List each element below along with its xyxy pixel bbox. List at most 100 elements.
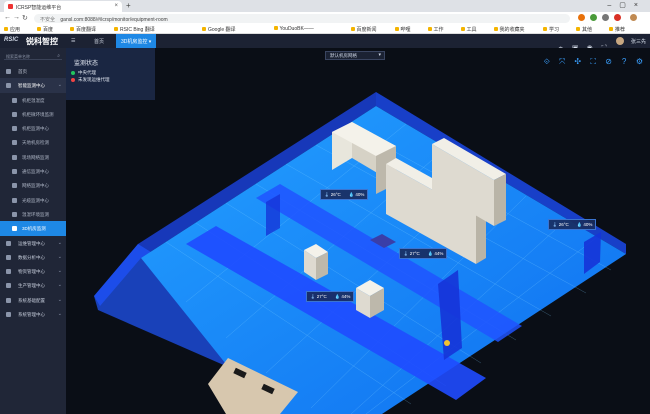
sidebar-item[interactable]: 3D机房监测 [0,221,66,236]
extension-icon[interactable] [590,14,597,21]
extension-icon[interactable] [578,14,585,21]
menu-item-icon [12,226,17,232]
menu-toggle-icon[interactable]: ☰ [71,34,89,48]
sidebar-item[interactable]: 物资管理中心 ⌄ [0,264,66,278]
menu-item-icon [12,97,17,103]
temperature-value: 26°C [558,222,569,227]
help-icon[interactable]: ? [620,57,629,66]
search-input[interactable]: 搜索菜单名称 ⌕ [4,52,62,60]
close-tab-icon[interactable]: × [114,3,118,9]
browser-tab[interactable]: ICRSP智能运维平台 × [4,1,122,12]
sidebar-item[interactable]: 首页 [0,64,66,78]
brand-name: 锐科智控 [26,37,58,46]
menu-item-icon [6,297,11,303]
sidebar-item[interactable]: 机柜监测中心 [0,121,66,135]
status-dot-icon [71,70,75,75]
bookmark-label: 学习 [549,27,560,33]
bookmark-item[interactable]: 学习 [543,26,559,33]
sensor-readout[interactable]: 🌡26°C 💧40% [320,189,369,200]
bookmark-item[interactable]: 工具 [460,26,477,33]
bookmark-item[interactable]: 推荐 [609,26,625,33]
bookmark-item[interactable]: 应用 [4,26,20,33]
bookmark-item[interactable]: 百度 [37,26,53,33]
sidebar-item-label: 系统基础配置 [18,297,45,303]
window-controls[interactable]: –▢× [607,1,646,9]
settings-icon[interactable]: ⚙ [635,57,644,66]
bookmark-item[interactable]: 其他 [576,26,592,33]
sidebar-item[interactable]: 光缆监测中心 [0,193,66,207]
3d-scene[interactable]: 监测状态 中央代理 未发现运维代理 默认机房网格 ▾ ⟐ ⤧ ✣ ⛶ ⊘ ? ⚙… [66,48,650,414]
bookmark-item[interactable]: 我的收藏夹 [493,26,525,33]
url-bar[interactable]: 不安全 gansl.com:8088/#/icrsp/monitor/equip… [34,14,570,23]
bookmark-label: 哔哩 [400,27,411,33]
bookmark-item[interactable]: 工作 [427,26,444,33]
bookmark-item[interactable]: YouDuoBK—— [273,26,314,32]
sidebar-item[interactable]: 机柜微环境监测 [0,107,66,121]
extension-icon[interactable] [602,14,609,21]
sidebar-item-label: 温湿环境监测 [22,211,49,217]
humidity-value: 40% [355,192,365,197]
extension-icon[interactable] [614,14,621,21]
sidebar-item[interactable]: 数据分析中心 ⌄ [0,250,66,264]
fit-view-icon[interactable]: ⤧ [558,57,567,66]
humidity-icon: 💧 [334,294,341,299]
sidebar-item[interactable]: 智能监测中心 ⌄ [0,78,66,93]
bookmark-icon [609,27,613,31]
sensor-readout[interactable]: 🌡27°C 💧44% [399,248,448,259]
sensor-readout[interactable]: 🌡26°C 💧40% [548,219,597,230]
bookmark-item[interactable]: 百度新闻 [350,26,377,33]
room-select[interactable]: 默认机房网格 ▾ [325,51,385,60]
network-icon[interactable]: ✣ [573,57,582,66]
view-icon[interactable]: ⟐ [542,57,551,66]
menu-item-icon [12,154,17,160]
legend-title: 监测状态 [74,61,99,67]
chevron-down-icon: ⌄ [57,296,62,303]
tab-3d-room-label: 3D机房监控 [121,39,148,45]
sidebar-item[interactable]: 通信监测中心 [0,164,66,178]
menu-item-icon [6,240,11,246]
hide-icon[interactable]: ⊘ [604,57,613,66]
sensor-readout[interactable]: 🌡27°C 💧44% [306,291,355,302]
sidebar-item[interactable]: 现场网络监测 [0,150,66,164]
sidebar-item[interactable]: 机柜温湿度 [0,93,66,107]
bookmark-icon [394,27,399,31]
menu-item-icon [12,140,17,146]
bookmark-item[interactable]: 百度翻译 [70,26,96,33]
sidebar-item[interactable]: 系统基础配置 ⌄ [0,293,66,307]
url-secure-label: 不安全 [40,17,56,23]
profile-icon[interactable] [630,14,637,21]
avatar[interactable] [615,37,624,45]
humidity-value: 44% [434,251,444,256]
bookmark-item[interactable]: RSIC Bing 翻译 [114,26,155,33]
forward-icon[interactable]: → [13,14,20,21]
sidebar-item[interactable]: 温湿环境监测 [0,207,66,221]
thermometer-icon: 🌡 [403,251,409,256]
sidebar-item[interactable]: 网络监测中心 [0,178,66,192]
thermometer-icon: 🌡 [552,222,558,227]
sidebar-item[interactable]: 系统管理中心 ⌄ [0,307,66,321]
bookmark-item[interactable]: Google 翻译 [202,26,236,33]
chevron-down-icon: ⌄ [57,253,62,260]
sidebar-item[interactable]: 生产管理中心 ⌄ [0,278,66,292]
chevron-down-icon: ⌄ [57,282,62,289]
sidebar-item[interactable]: 天地机房检测 [0,135,66,149]
user-name[interactable]: 张三先 [631,37,646,45]
sidebar-item-label: 智能监测中心 [18,83,45,89]
sidebar-item-label: 3D机房监测 [22,226,46,232]
new-tab-icon[interactable]: + [126,1,131,10]
bookmark-item[interactable]: 哔哩 [394,26,411,33]
reload-icon[interactable]: ↻ [22,14,28,22]
bookmark-icon [460,27,465,31]
menu-item-icon [6,254,11,260]
legend-label: 中央代理 [78,70,96,75]
expand-icon[interactable]: ⛶ [589,57,598,66]
menu-item-icon [12,211,17,217]
bookmark-icon [37,27,41,31]
sidebar-item[interactable]: 运维管理中心 ⌄ [0,236,66,250]
tab-home[interactable]: 首页 [94,34,108,48]
bookmark-label: 推荐 [615,27,626,33]
bookmark-icon [427,27,432,31]
tab-3d-room[interactable]: 3D机房监控 ▾ [116,34,156,48]
back-icon[interactable]: ← [4,14,11,21]
menu-item-icon [6,69,11,74]
